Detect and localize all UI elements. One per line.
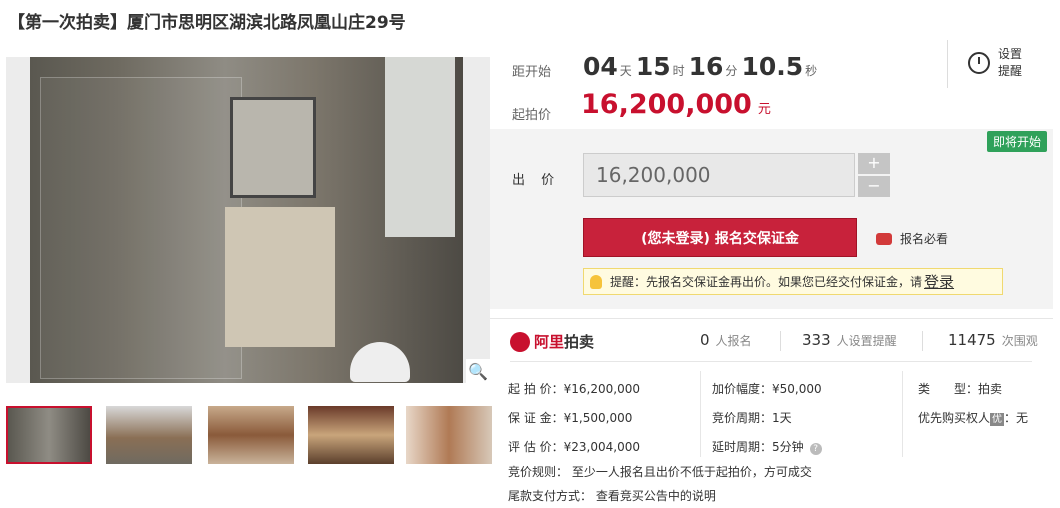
main-photo[interactable]: 🔍	[6, 57, 490, 383]
signup-deposit-button[interactable]: (您未登录) 报名交保证金	[583, 218, 857, 257]
tip-text: 提醒：先报名交保证金再出价。如果您已经交付保证金，请	[610, 275, 923, 289]
countdown-minutes: 16	[688, 52, 724, 81]
auction-info-panel: 阿里 拍卖 0 人报名 333 人设置提醒 11475 次围观 起 拍 价：¥16,20…	[490, 318, 1053, 507]
countdown: 04 天 15 时 16 分 10.5 秒	[583, 52, 821, 81]
status-badge: 即将开始	[986, 131, 1047, 152]
priority-badge: 优	[990, 413, 1005, 426]
info-column-type: 类 型：拍卖 优先购买权人优：无	[918, 375, 1028, 433]
bid-input[interactable]: 16,200,000	[583, 153, 855, 197]
info-row: 竞价周期：1天	[712, 411, 792, 425]
decrease-button[interactable]: −	[858, 176, 890, 197]
countdown-hours: 15	[635, 52, 671, 81]
brand-name: 拍卖	[564, 333, 595, 351]
question-icon[interactable]: ?	[809, 443, 822, 455]
countdown-label: 距开始	[512, 65, 552, 80]
stat-views: 11475 次围观	[948, 331, 1038, 349]
stat-divider	[922, 331, 923, 351]
brand-prefix: 阿里	[534, 333, 565, 351]
must-read-label: 报名必看	[900, 232, 949, 246]
stat-divider	[780, 331, 781, 351]
info-row: 评 估 价：¥23,004,000	[508, 440, 640, 454]
info-row: 保 证 金：¥1,500,000	[508, 411, 633, 425]
start-price-label: 起拍价	[512, 108, 552, 123]
increase-button[interactable]: +	[858, 153, 890, 174]
info-row: 优先购买权人优：无	[918, 411, 1029, 426]
stat-signups: 0 人报名	[700, 331, 752, 349]
thumbnail-4[interactable]	[308, 406, 394, 464]
info-column-prices: 起 拍 价：¥16,200,000 保 证 金：¥1,500,000 评 估 价…	[508, 375, 640, 462]
divider	[700, 371, 701, 457]
seconds-unit: 秒	[805, 64, 818, 78]
payment-row: 尾款支付方式： 查看竞买公告中的说明	[508, 489, 716, 503]
login-tip: 提醒：先报名交保证金再出价。如果您已经交付保证金，请 登录	[583, 268, 1003, 295]
minutes-unit: 分	[725, 64, 738, 78]
bid-stepper: + −	[858, 153, 890, 197]
divider	[902, 371, 903, 457]
thumbnail-3[interactable]	[208, 406, 294, 464]
ali-logo-icon	[510, 331, 530, 352]
property-photo	[30, 57, 463, 383]
info-row: 起 拍 价：¥16,200,000	[508, 382, 640, 396]
start-price-unit: 元	[757, 102, 771, 117]
start-price-value: 16,200,000	[581, 89, 752, 120]
must-read-link[interactable]: 报名必看	[876, 230, 948, 247]
countdown-days: 04	[583, 52, 618, 81]
alarm-clock-icon	[968, 52, 990, 74]
divider	[947, 40, 948, 88]
set-reminder-button[interactable]: 设置 提醒	[968, 46, 1026, 80]
ali-auction-logo: 阿里 拍卖	[510, 331, 594, 352]
auction-rules: 竞价规则： 至少一人报名且出价不低于起拍价，方可成交 尾款支付方式： 查看竞买公…	[508, 460, 812, 508]
bid-panel: 即将开始 出 价 16,200,000 + − (您未登录) 报名交保证金 报名…	[490, 129, 1053, 309]
info-row: 类 型：拍卖	[918, 382, 1003, 396]
divider	[510, 361, 1032, 362]
login-link[interactable]: 登录	[924, 271, 954, 292]
countdown-seconds: 10.5	[741, 52, 804, 81]
coins-icon	[876, 232, 892, 245]
thumbnail-strip	[6, 406, 492, 466]
magnifier-icon[interactable]: 🔍	[466, 359, 490, 383]
hours-unit: 时	[672, 64, 685, 78]
start-price: 16,200,000 元	[581, 89, 771, 120]
info-row: 加价幅度：¥50,000	[712, 382, 822, 396]
thumbnail-2[interactable]	[106, 406, 192, 464]
lightbulb-icon	[590, 274, 602, 289]
page-title: 【第一次拍卖】厦门市思明区湖滨北路凤凰山庄29号	[8, 13, 406, 33]
days-unit: 天	[619, 64, 632, 78]
info-row: 延时周期：5分钟?	[712, 433, 822, 462]
info-column-rules: 加价幅度：¥50,000 竞价周期：1天 延时周期：5分钟?	[712, 375, 822, 462]
reminder-label: 设置 提醒	[998, 47, 1023, 78]
stat-reminders: 333 人设置提醒	[802, 331, 897, 349]
bid-label: 出 价	[512, 173, 561, 188]
rule-row: 竞价规则： 至少一人报名且出价不低于起拍价，方可成交	[508, 465, 812, 479]
payment-info-link[interactable]: 查看竞买公告中的说明	[596, 489, 716, 503]
thumbnail-5[interactable]	[406, 406, 492, 464]
thumbnail-1[interactable]	[6, 406, 92, 464]
